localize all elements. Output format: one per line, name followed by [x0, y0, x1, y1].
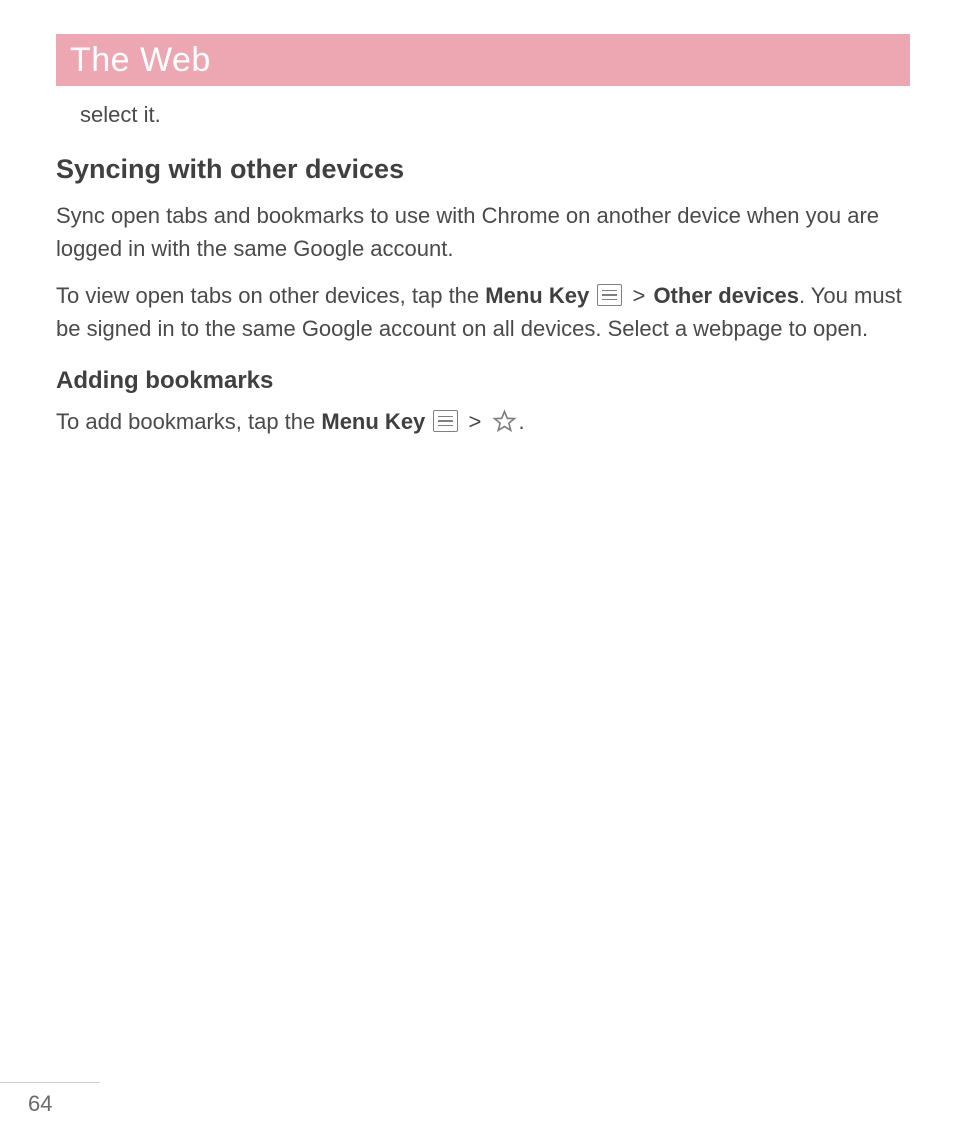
text-fragment: To add bookmarks, tap the: [56, 409, 321, 434]
other-devices-label: Other devices: [653, 283, 799, 308]
breadcrumb-separator: >: [632, 283, 645, 308]
hamburger-icon: [433, 410, 458, 432]
paragraph-sync-steps: To view open tabs on other devices, tap …: [56, 279, 908, 345]
paragraph-bookmarks: To add bookmarks, tap the Menu Key > .: [56, 405, 908, 438]
hamburger-icon: [597, 284, 622, 306]
page-footer: 64: [0, 1082, 954, 1117]
breadcrumb-separator: >: [469, 409, 482, 434]
heading-bookmarks: Adding bookmarks: [56, 367, 908, 395]
heading-syncing: Syncing with other devices: [56, 154, 908, 185]
page-container: The Web select it. Syncing with other de…: [0, 0, 954, 1145]
section-title: The Web: [70, 41, 211, 80]
page-number: 64: [28, 1091, 954, 1117]
paragraph-sync-intro: Sync open tabs and bookmarks to use with…: [56, 199, 908, 265]
menu-key-label: Menu Key: [321, 409, 425, 434]
menu-key-icon: [597, 284, 622, 306]
section-title-bar: The Web: [56, 34, 910, 86]
menu-key-icon: [433, 410, 458, 432]
text-fragment: .: [519, 409, 525, 434]
page-content: select it. Syncing with other devices Sy…: [56, 86, 908, 438]
text-fragment: To view open tabs on other devices, tap …: [56, 283, 485, 308]
footer-rule: [0, 1082, 100, 1083]
continued-fragment: select it.: [80, 102, 908, 128]
star-icon: [492, 409, 517, 434]
menu-key-label: Menu Key: [485, 283, 589, 308]
